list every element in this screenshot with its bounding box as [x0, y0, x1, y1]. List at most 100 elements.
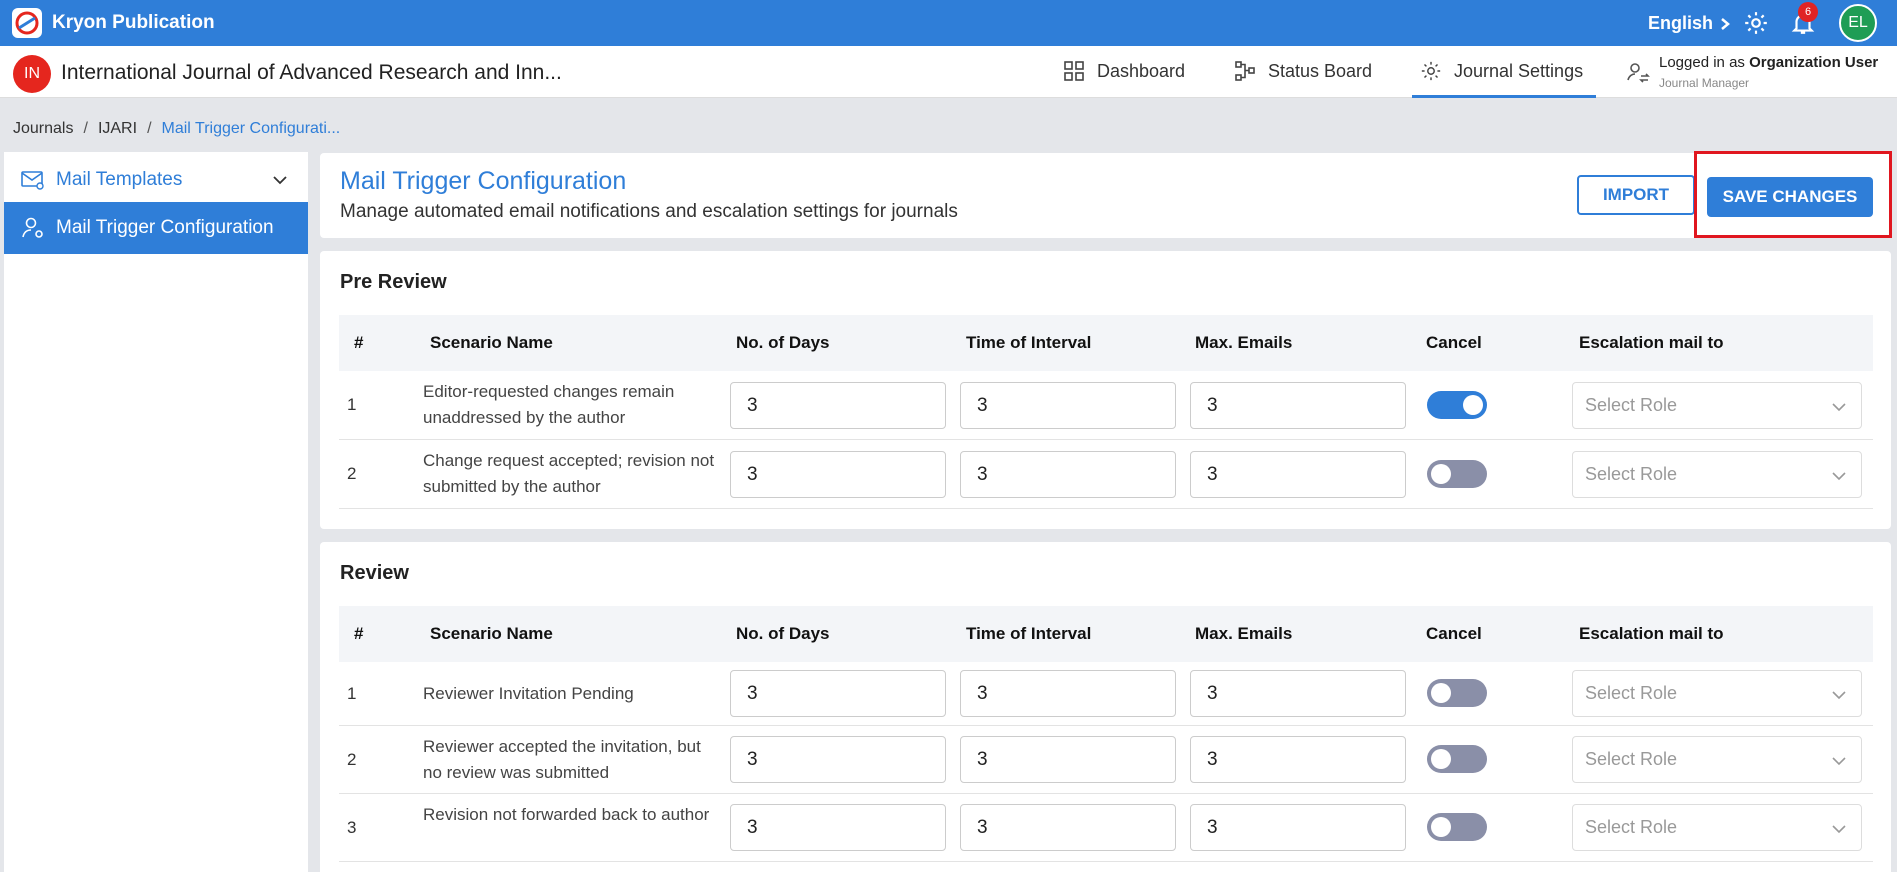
escalation-role-select[interactable]: Select Role [1572, 382, 1862, 429]
tab-status-board[interactable]: Status Board [1234, 60, 1372, 82]
column-header-max-emails: Max. Emails [1195, 624, 1293, 643]
section-title: Pre Review [340, 271, 447, 293]
interval-input[interactable]: 3 [960, 382, 1176, 429]
tab-dashboard[interactable]: Dashboard [1063, 60, 1185, 82]
breadcrumb-ijari[interactable]: IJARI [98, 120, 137, 138]
app-title: Kryon Publication [52, 12, 215, 33]
cancel-toggle[interactable] [1427, 813, 1487, 841]
settings-sidebar: Mail Templates Mail Trigger Configuratio… [4, 152, 308, 872]
review-section: Review # Scenario Name No. of Days Time … [320, 542, 1891, 872]
journal-avatar: IN [13, 55, 51, 93]
scenario-name: Revision not forwarded back to author [423, 805, 710, 824]
sidebar-item-label: Mail Templates [56, 169, 183, 190]
table-row: 3 Revision not forwarded back to author … [339, 794, 1873, 862]
scenario-name: Editor-requested changes remain unaddres… [423, 382, 675, 427]
cancel-toggle[interactable] [1427, 391, 1487, 419]
select-placeholder: Select Role [1585, 683, 1678, 703]
breadcrumb-journals[interactable]: Journals [13, 120, 73, 138]
column-header-interval: Time of Interval [966, 333, 1092, 352]
max-emails-input[interactable]: 3 [1190, 804, 1406, 851]
toggle-knob [1431, 817, 1451, 837]
breadcrumb-separator: / [147, 120, 152, 137]
tab-journal-settings[interactable]: Journal Settings [1420, 60, 1583, 82]
interval-input[interactable]: 3 [960, 804, 1176, 851]
active-tab-indicator [1412, 95, 1596, 98]
scenario-name: Reviewer Invitation Pending [423, 684, 634, 703]
sidebar-item-mail-templates[interactable]: Mail Templates [4, 154, 308, 206]
logged-in-user: Organization User [1749, 54, 1879, 71]
breadcrumb: Journals / IJARI / Mail Trigger Configur… [13, 120, 340, 138]
column-header-days: No. of Days [736, 333, 830, 352]
table-row: 1 Reviewer Invitation Pending 3 3 3 Sele… [339, 662, 1873, 726]
chevron-down-icon [1832, 403, 1846, 412]
days-input[interactable]: 3 [730, 451, 946, 498]
logged-in-info: Logged in as Organization User [1659, 54, 1878, 71]
interval-input[interactable]: 3 [960, 670, 1176, 717]
scenario-name: Reviewer accepted the invitation, but no… [423, 737, 701, 782]
max-emails-input[interactable]: 3 [1190, 670, 1406, 717]
days-input[interactable]: 3 [730, 804, 946, 851]
toggle-knob [1431, 464, 1451, 484]
tab-journal-settings-label: Journal Settings [1454, 60, 1584, 81]
chevron-down-icon [1832, 757, 1846, 766]
column-header-escalation: Escalation mail to [1579, 333, 1724, 352]
status-board-icon [1235, 61, 1255, 81]
top-app-bar: Kryon Publication English 6 EL [0, 0, 1897, 46]
page-title: Mail Trigger Configuration [340, 167, 627, 195]
breadcrumb-current: Mail Trigger Configurati... [161, 120, 341, 137]
gear-icon [1421, 61, 1441, 81]
max-emails-input[interactable]: 3 [1190, 736, 1406, 783]
select-placeholder: Select Role [1585, 395, 1678, 415]
column-header-cancel: Cancel [1426, 624, 1482, 643]
column-header-interval: Time of Interval [966, 624, 1092, 643]
save-button-highlight-box [1694, 151, 1892, 238]
tab-status-board-label: Status Board [1268, 60, 1373, 81]
user-avatar[interactable]: EL [1839, 4, 1877, 42]
interval-input[interactable]: 3 [960, 451, 1176, 498]
user-settings-icon [22, 217, 43, 238]
tab-dashboard-label: Dashboard [1097, 60, 1186, 81]
table-row: 1 Editor-requested changes remain unaddr… [339, 371, 1873, 440]
row-number: 1 [347, 684, 357, 703]
notification-count-badge: 6 [1798, 2, 1818, 22]
page-subtitle: Manage automated email notifications and… [340, 201, 958, 222]
interval-input[interactable]: 3 [960, 736, 1176, 783]
column-header-scenario: Scenario Name [430, 624, 553, 643]
cancel-toggle[interactable] [1427, 460, 1487, 488]
chevron-down-icon[interactable] [270, 170, 290, 190]
table-row: 2 Change request accepted; revision not … [339, 440, 1873, 509]
chevron-down-icon [1832, 825, 1846, 834]
days-input[interactable]: 3 [730, 382, 946, 429]
settings-gear-icon[interactable] [1743, 10, 1769, 36]
chevron-down-icon [1832, 691, 1846, 700]
toggle-knob [1463, 395, 1483, 415]
logged-in-prefix: Logged in as [1659, 54, 1745, 71]
table-header: # Scenario Name No. of Days Time of Inte… [339, 606, 1873, 662]
import-button[interactable]: IMPORT [1577, 175, 1695, 215]
select-placeholder: Select Role [1585, 464, 1678, 484]
breadcrumb-separator: / [83, 120, 88, 137]
escalation-role-select[interactable]: Select Role [1572, 736, 1862, 783]
pre-review-section: Pre Review # Scenario Name No. of Days T… [320, 251, 1891, 529]
column-header-number: # [354, 333, 364, 352]
select-placeholder: Select Role [1585, 817, 1678, 837]
escalation-role-select[interactable]: Select Role [1572, 451, 1862, 498]
days-input[interactable]: 3 [730, 670, 946, 717]
toggle-knob [1431, 683, 1451, 703]
max-emails-input[interactable]: 3 [1190, 451, 1406, 498]
app-logo-icon[interactable] [12, 8, 42, 38]
cancel-toggle[interactable] [1427, 745, 1487, 773]
journal-title: International Journal of Advanced Resear… [61, 61, 562, 84]
column-header-escalation: Escalation mail to [1579, 624, 1724, 643]
language-label: English [1648, 13, 1714, 33]
section-title: Review [340, 562, 409, 584]
table-row: 2 Reviewer accepted the invitation, but … [339, 726, 1873, 794]
max-emails-input[interactable]: 3 [1190, 382, 1406, 429]
cancel-toggle[interactable] [1427, 679, 1487, 707]
escalation-role-select[interactable]: Select Role [1572, 804, 1862, 851]
escalation-role-select[interactable]: Select Role [1572, 670, 1862, 717]
language-selector[interactable]: English [1648, 13, 1731, 34]
sidebar-item-mail-trigger[interactable]: Mail Trigger Configuration [4, 202, 308, 254]
journal-header-bar: IN International Journal of Advanced Res… [0, 46, 1897, 98]
days-input[interactable]: 3 [730, 736, 946, 783]
